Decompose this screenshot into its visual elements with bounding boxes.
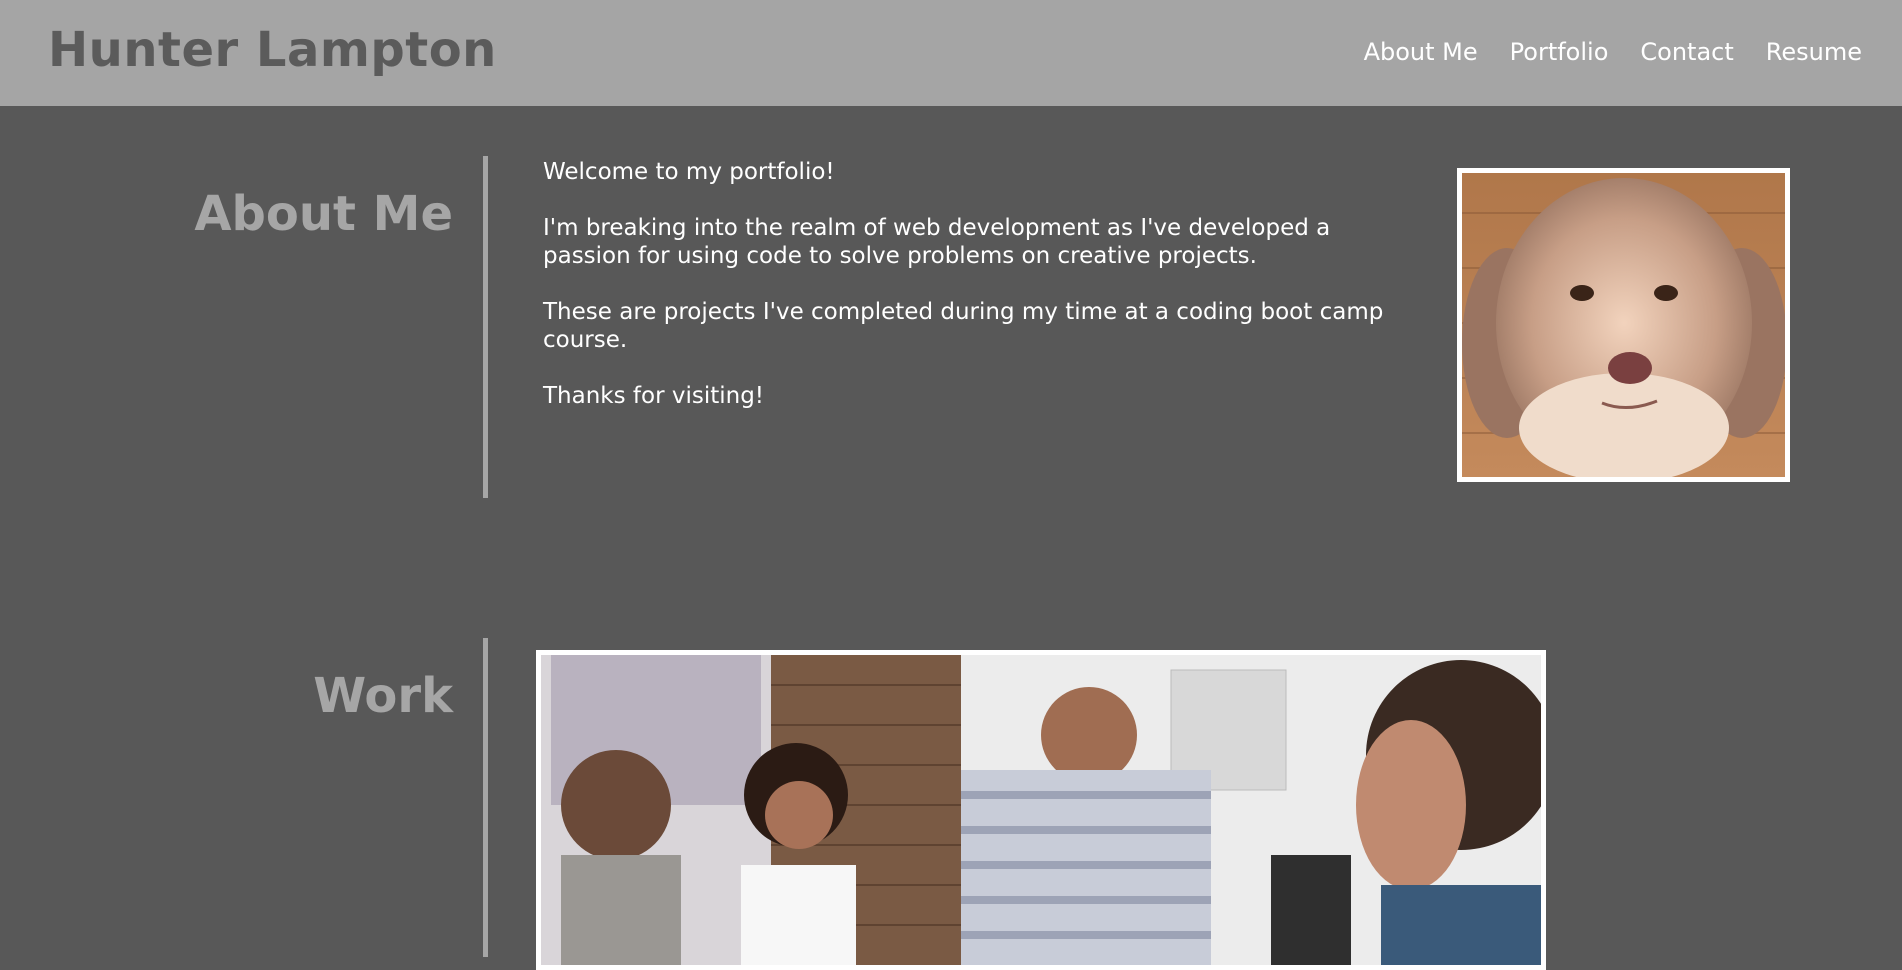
site-header: Hunter Lampton About Me Portfolio Contac… xyxy=(0,0,1902,106)
nav-link-resume[interactable]: Resume xyxy=(1766,38,1862,66)
about-paragraph: Welcome to my portfolio! xyxy=(543,159,835,185)
dog-photo-image xyxy=(1462,173,1785,477)
about-paragraph: These are projects I've completed during… xyxy=(543,299,1384,353)
about-paragraph: Thanks for visiting! xyxy=(543,383,765,409)
work-divider xyxy=(483,638,488,957)
about-divider xyxy=(483,156,488,498)
team-photo-image xyxy=(541,655,1541,965)
nav-link-about-me[interactable]: About Me xyxy=(1364,38,1478,66)
site-title: Hunter Lampton xyxy=(48,22,497,78)
about-heading: About Me xyxy=(194,186,453,242)
nav-link-portfolio[interactable]: Portfolio xyxy=(1510,38,1609,66)
about-paragraph: I'm breaking into the realm of web devel… xyxy=(543,215,1331,269)
about-text: Welcome to my portfolio! I'm breaking in… xyxy=(543,158,1423,438)
profile-photo xyxy=(1457,168,1790,482)
work-heading: Work xyxy=(313,668,453,724)
main-nav: About Me Portfolio Contact Resume xyxy=(1364,38,1862,66)
work-photo[interactable] xyxy=(536,650,1546,970)
nav-link-contact[interactable]: Contact xyxy=(1640,38,1733,66)
